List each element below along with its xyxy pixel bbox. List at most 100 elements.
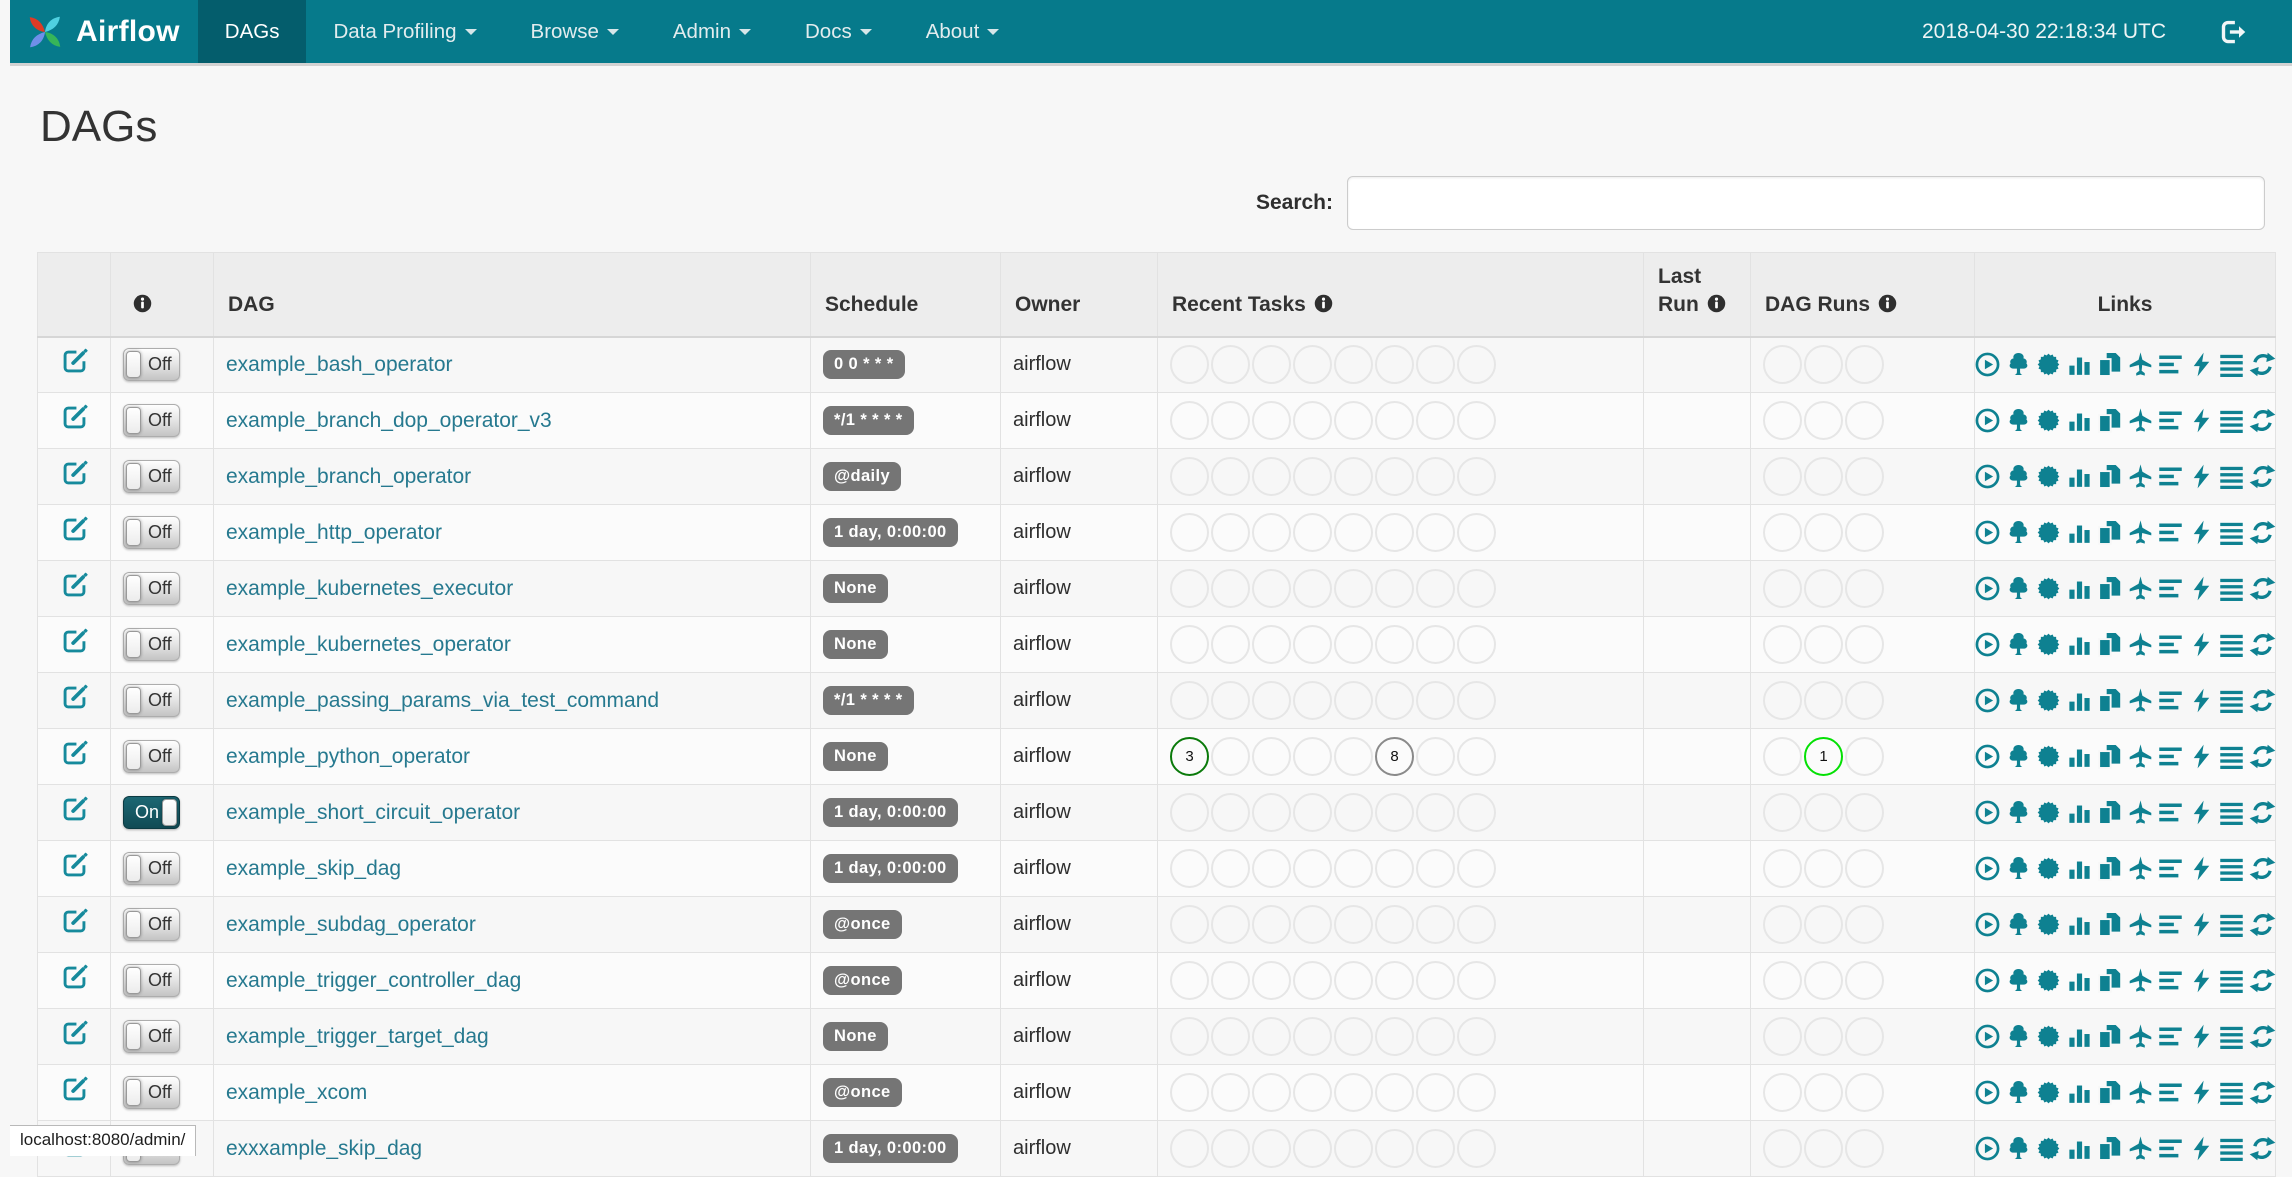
code-view-icon[interactable] [2188,407,2215,434]
dag-run-circle[interactable] [1845,401,1884,440]
task-state-circle[interactable] [1293,793,1332,832]
dag-run-circle[interactable] [1804,625,1843,664]
task-state-circle[interactable] [1375,569,1414,608]
task-duration-icon[interactable] [2066,1023,2093,1050]
edit-dag-icon[interactable] [60,627,89,656]
task-state-circle[interactable] [1293,401,1332,440]
task-duration-icon[interactable] [2066,463,2093,490]
edit-dag-icon[interactable] [60,347,89,376]
logs-icon[interactable] [2218,407,2245,434]
task-state-circle[interactable] [1211,457,1250,496]
landing-times-icon[interactable] [2127,631,2154,658]
dag-pause-toggle[interactable]: Off [123,684,180,717]
landing-times-icon[interactable] [2127,463,2154,490]
refresh-icon[interactable] [2249,1079,2276,1106]
dag-link[interactable]: exxxample_skip_dag [226,1137,422,1160]
logs-icon[interactable] [2218,575,2245,602]
graph-view-icon[interactable] [2035,967,2062,994]
gantt-view-icon[interactable] [2157,1023,2184,1050]
code-view-icon[interactable] [2188,463,2215,490]
task-state-circle[interactable] [1252,401,1291,440]
logs-icon[interactable] [2218,1023,2245,1050]
dag-run-circle[interactable] [1804,1017,1843,1056]
task-state-circle[interactable] [1457,1017,1496,1056]
task-state-circle[interactable] [1293,513,1332,552]
task-state-circle[interactable] [1457,905,1496,944]
task-state-circle[interactable] [1170,1017,1209,1056]
trigger-dag-icon[interactable] [1974,855,2001,882]
task-state-circle[interactable] [1416,961,1455,1000]
task-state-circle[interactable] [1416,905,1455,944]
task-state-circle[interactable] [1211,681,1250,720]
edit-dag-icon[interactable] [60,795,89,824]
task-state-circle[interactable] [1252,1129,1291,1168]
task-duration-icon[interactable] [2066,1135,2093,1162]
landing-times-icon[interactable] [2127,911,2154,938]
edit-dag-icon[interactable] [60,907,89,936]
graph-view-icon[interactable] [2035,743,2062,770]
gantt-view-icon[interactable] [2157,407,2184,434]
task-state-circle[interactable] [1252,569,1291,608]
code-view-icon[interactable] [2188,687,2215,714]
edit-dag-icon[interactable] [60,515,89,544]
task-state-circle[interactable] [1334,345,1373,384]
task-tries-icon[interactable] [2096,1135,2123,1162]
task-state-circle[interactable] [1170,793,1209,832]
nav-item-data-profiling[interactable]: Data Profiling [306,0,503,63]
tree-view-icon[interactable] [2005,463,2032,490]
dag-run-circle[interactable] [1845,793,1884,832]
task-duration-icon[interactable] [2066,911,2093,938]
trigger-dag-icon[interactable] [1974,743,2001,770]
dag-run-circle[interactable] [1763,625,1802,664]
edit-dag-icon[interactable] [60,963,89,992]
trigger-dag-icon[interactable] [1974,799,2001,826]
logs-icon[interactable] [2218,1079,2245,1106]
graph-view-icon[interactable] [2035,351,2062,378]
task-tries-icon[interactable] [2096,519,2123,546]
task-state-circle[interactable] [1170,401,1209,440]
task-state-circle[interactable] [1416,849,1455,888]
dag-run-circle[interactable] [1763,1129,1802,1168]
trigger-dag-icon[interactable] [1974,967,2001,994]
dag-run-circle[interactable] [1804,961,1843,1000]
tree-view-icon[interactable] [2005,519,2032,546]
task-state-circle[interactable] [1334,961,1373,1000]
gantt-view-icon[interactable] [2157,911,2184,938]
task-state-circle[interactable] [1457,1073,1496,1112]
task-state-circle[interactable] [1375,513,1414,552]
task-state-circle[interactable] [1416,1073,1455,1112]
task-state-circle[interactable] [1170,849,1209,888]
task-state-circle[interactable] [1211,401,1250,440]
landing-times-icon[interactable] [2127,1079,2154,1106]
task-state-circle[interactable] [1375,681,1414,720]
task-state-circle[interactable] [1252,1017,1291,1056]
task-state-circle[interactable] [1252,457,1291,496]
task-state-circle[interactable] [1457,849,1496,888]
task-state-circle[interactable] [1252,961,1291,1000]
gantt-view-icon[interactable] [2157,799,2184,826]
task-state-circle[interactable] [1293,849,1332,888]
task-state-circle[interactable] [1416,1017,1455,1056]
task-state-circle[interactable] [1457,513,1496,552]
gantt-view-icon[interactable] [2157,575,2184,602]
trigger-dag-icon[interactable] [1974,575,2001,602]
task-state-circle[interactable] [1334,1017,1373,1056]
tree-view-icon[interactable] [2005,575,2032,602]
task-state-circle[interactable] [1252,793,1291,832]
edit-dag-icon[interactable] [60,683,89,712]
task-state-circle[interactable] [1252,513,1291,552]
dag-run-circle[interactable] [1763,569,1802,608]
task-tries-icon[interactable] [2096,967,2123,994]
landing-times-icon[interactable] [2127,967,2154,994]
code-view-icon[interactable] [2188,967,2215,994]
refresh-icon[interactable] [2249,463,2276,490]
trigger-dag-icon[interactable] [1974,911,2001,938]
task-state-circle[interactable] [1293,1017,1332,1056]
task-state-circle[interactable] [1457,457,1496,496]
dag-run-circle[interactable] [1763,681,1802,720]
landing-times-icon[interactable] [2127,407,2154,434]
nav-item-admin[interactable]: Admin [646,0,778,63]
dag-pause-toggle[interactable]: Off [123,964,180,997]
dag-run-circle[interactable] [1804,569,1843,608]
graph-view-icon[interactable] [2035,911,2062,938]
